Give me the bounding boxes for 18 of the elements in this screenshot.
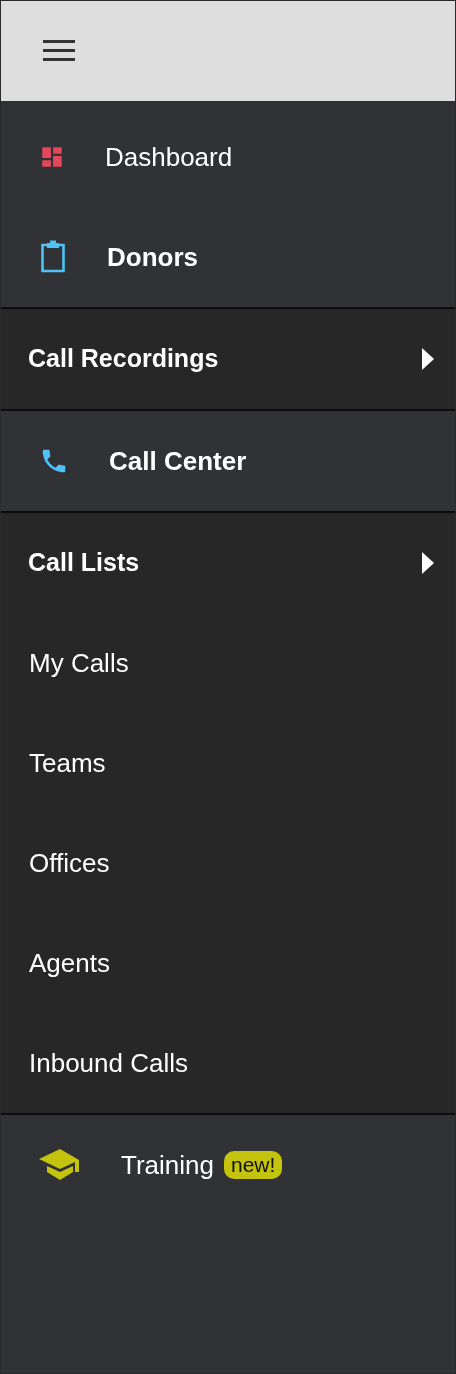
- menu-item[interactable]: Call Center: [109, 441, 247, 481]
- menu-item[interactable]: Dashboard: [105, 137, 233, 177]
- menu-group-header[interactable]: Call Lists: [1, 513, 455, 613]
- graduation-cap-icon: [39, 1149, 81, 1181]
- submenu-item[interactable]: My Calls: [1, 613, 455, 713]
- caret-icon: [421, 551, 435, 575]
- new-badge: new!: [223, 1151, 283, 1179]
- submenu-item[interactable]: Offices: [1, 813, 455, 913]
- menu-group-header[interactable]: Call Recordings: [1, 309, 455, 409]
- dashboard-icon: [39, 144, 65, 170]
- caret-icon: [421, 347, 435, 371]
- menu-item[interactable]: Training: [121, 1145, 214, 1185]
- submenu-item[interactable]: Agents: [1, 913, 455, 1013]
- menu-icon: [43, 40, 75, 62]
- submenu-item[interactable]: Inbound Calls: [1, 1013, 455, 1113]
- submenu-item[interactable]: Teams: [1, 713, 455, 813]
- menu-item[interactable]: Donors: [107, 237, 198, 277]
- clipboard-icon: [39, 240, 67, 274]
